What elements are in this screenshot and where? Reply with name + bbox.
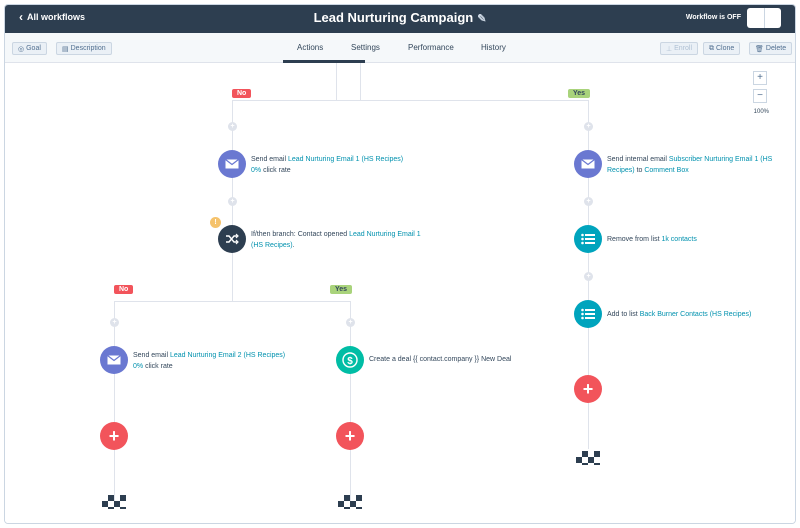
add-action-dot[interactable]: +: [228, 122, 237, 131]
create-deal-text: Create a deal {{ contact.company }} New …: [369, 356, 512, 363]
header-bar: ‹ All workflows Lead Nurturing Campaign ✎…: [5, 5, 795, 33]
remove-list-text: Remove from list 1k contacts: [607, 236, 697, 243]
delete-button[interactable]: 🗑 Delete: [749, 42, 793, 55]
list-icon: [581, 233, 595, 245]
workflow-end-flag-icon: [338, 495, 362, 509]
workflow-end-flag-icon: [102, 495, 126, 509]
workflow-title[interactable]: Lead Nurturing Campaign ✎: [5, 10, 795, 25]
svg-text:$: $: [347, 356, 353, 367]
envelope-icon: [225, 159, 239, 169]
add-action-button[interactable]: +: [100, 422, 128, 450]
send-email-action[interactable]: [100, 346, 128, 374]
email-link[interactable]: Lead Nurturing Email 1 (HS Recipes): [288, 156, 403, 163]
connector-line: [336, 63, 337, 100]
add-action-dot[interactable]: +: [110, 318, 119, 327]
document-icon: ▤: [62, 45, 69, 53]
warning-icon[interactable]: !: [210, 217, 221, 228]
zoom-in-button[interactable]: +: [753, 71, 767, 85]
shuffle-icon: [226, 233, 239, 245]
branch-tag-yes: Yes: [330, 285, 353, 294]
dollar-icon: $: [342, 352, 358, 368]
connector-line: [114, 301, 351, 302]
internal-email-text: Send internal email Subscriber Nurturing…: [607, 156, 773, 174]
add-action-button[interactable]: +: [336, 422, 364, 450]
tab-settings[interactable]: Settings: [351, 43, 380, 52]
workflow-editor: ‹ All workflows Lead Nurturing Campaign ✎…: [4, 4, 796, 524]
envelope-icon: [581, 159, 595, 169]
enroll-icon: ⊥: [666, 45, 673, 53]
connector-line: [232, 100, 588, 101]
connector-line: [350, 301, 351, 501]
add-to-list-action[interactable]: [574, 300, 602, 328]
description-button[interactable]: ▤ Description: [56, 42, 112, 55]
list-link[interactable]: 1k contacts: [661, 236, 696, 243]
envelope-icon: [107, 355, 121, 365]
if-then-branch-action[interactable]: [218, 225, 246, 253]
add-action-button[interactable]: +: [574, 375, 602, 403]
plus-icon: +: [344, 426, 356, 446]
workflow-end-flag-icon: [576, 451, 600, 465]
remove-from-list-action[interactable]: [574, 225, 602, 253]
workflow-toggle[interactable]: [747, 8, 781, 28]
connector-line: [114, 301, 115, 501]
clone-icon: ⧉: [709, 44, 714, 52]
pencil-icon[interactable]: ✎: [477, 13, 486, 25]
target-icon: ◎: [18, 45, 25, 53]
add-action-dot[interactable]: +: [584, 122, 593, 131]
branch-tag-yes: Yes: [568, 89, 591, 98]
plus-icon: +: [108, 426, 120, 446]
send-email-text: Send email Lead Nurturing Email 1 (HS Re…: [251, 156, 404, 174]
clone-button[interactable]: ⧉ Clone: [703, 42, 741, 55]
workflow-canvas[interactable]: + − 100% No Yes + Send email Lead Nurtur…: [5, 63, 795, 523]
add-action-dot[interactable]: +: [346, 318, 355, 327]
email-link[interactable]: Lead Nurturing Email 2 (HS Recipes): [170, 352, 285, 359]
list-icon: [581, 308, 595, 320]
add-action-dot[interactable]: +: [584, 197, 593, 206]
send-email-action[interactable]: [218, 150, 246, 178]
click-rate-value: 0%: [251, 167, 262, 174]
connector-line: [360, 63, 361, 100]
trash-icon: 🗑: [755, 45, 764, 53]
zoom-level: 100%: [753, 109, 769, 115]
tab-actions[interactable]: Actions: [297, 43, 323, 52]
plus-icon: +: [582, 379, 594, 399]
if-then-text: If/then branch: Contact opened Lead Nurt…: [251, 231, 421, 249]
add-list-text: Add to list Back Burner Contacts (HS Rec…: [607, 311, 752, 318]
branch-tag-no: No: [114, 285, 134, 294]
goal-button[interactable]: ◎ Goal: [12, 42, 47, 55]
connector-line: [588, 403, 589, 449]
connector-line: [232, 253, 233, 301]
add-action-dot[interactable]: +: [228, 197, 237, 206]
branch-tag-no: No: [232, 89, 252, 98]
enroll-button[interactable]: ⊥ Enroll: [660, 42, 699, 55]
tab-performance[interactable]: Performance: [408, 43, 454, 52]
send-internal-email-action[interactable]: [574, 150, 602, 178]
send-email-text: Send email Lead Nurturing Email 2 (HS Re…: [133, 352, 286, 370]
list-link[interactable]: Back Burner Contacts (HS Recipes): [640, 311, 752, 318]
create-deal-action[interactable]: $: [336, 346, 364, 374]
tab-history[interactable]: History: [481, 43, 506, 52]
zoom-out-button[interactable]: −: [753, 89, 767, 103]
workflow-title-text: Lead Nurturing Campaign: [313, 10, 474, 25]
click-rate-value: 0%: [133, 363, 144, 370]
toolbar: ◎ Goal ▤ Description Actions Settings Pe…: [5, 33, 795, 63]
workflow-status: Workflow is OFF: [685, 14, 741, 21]
recipient-link[interactable]: Comment Box: [644, 167, 688, 174]
add-action-dot[interactable]: +: [584, 272, 593, 281]
